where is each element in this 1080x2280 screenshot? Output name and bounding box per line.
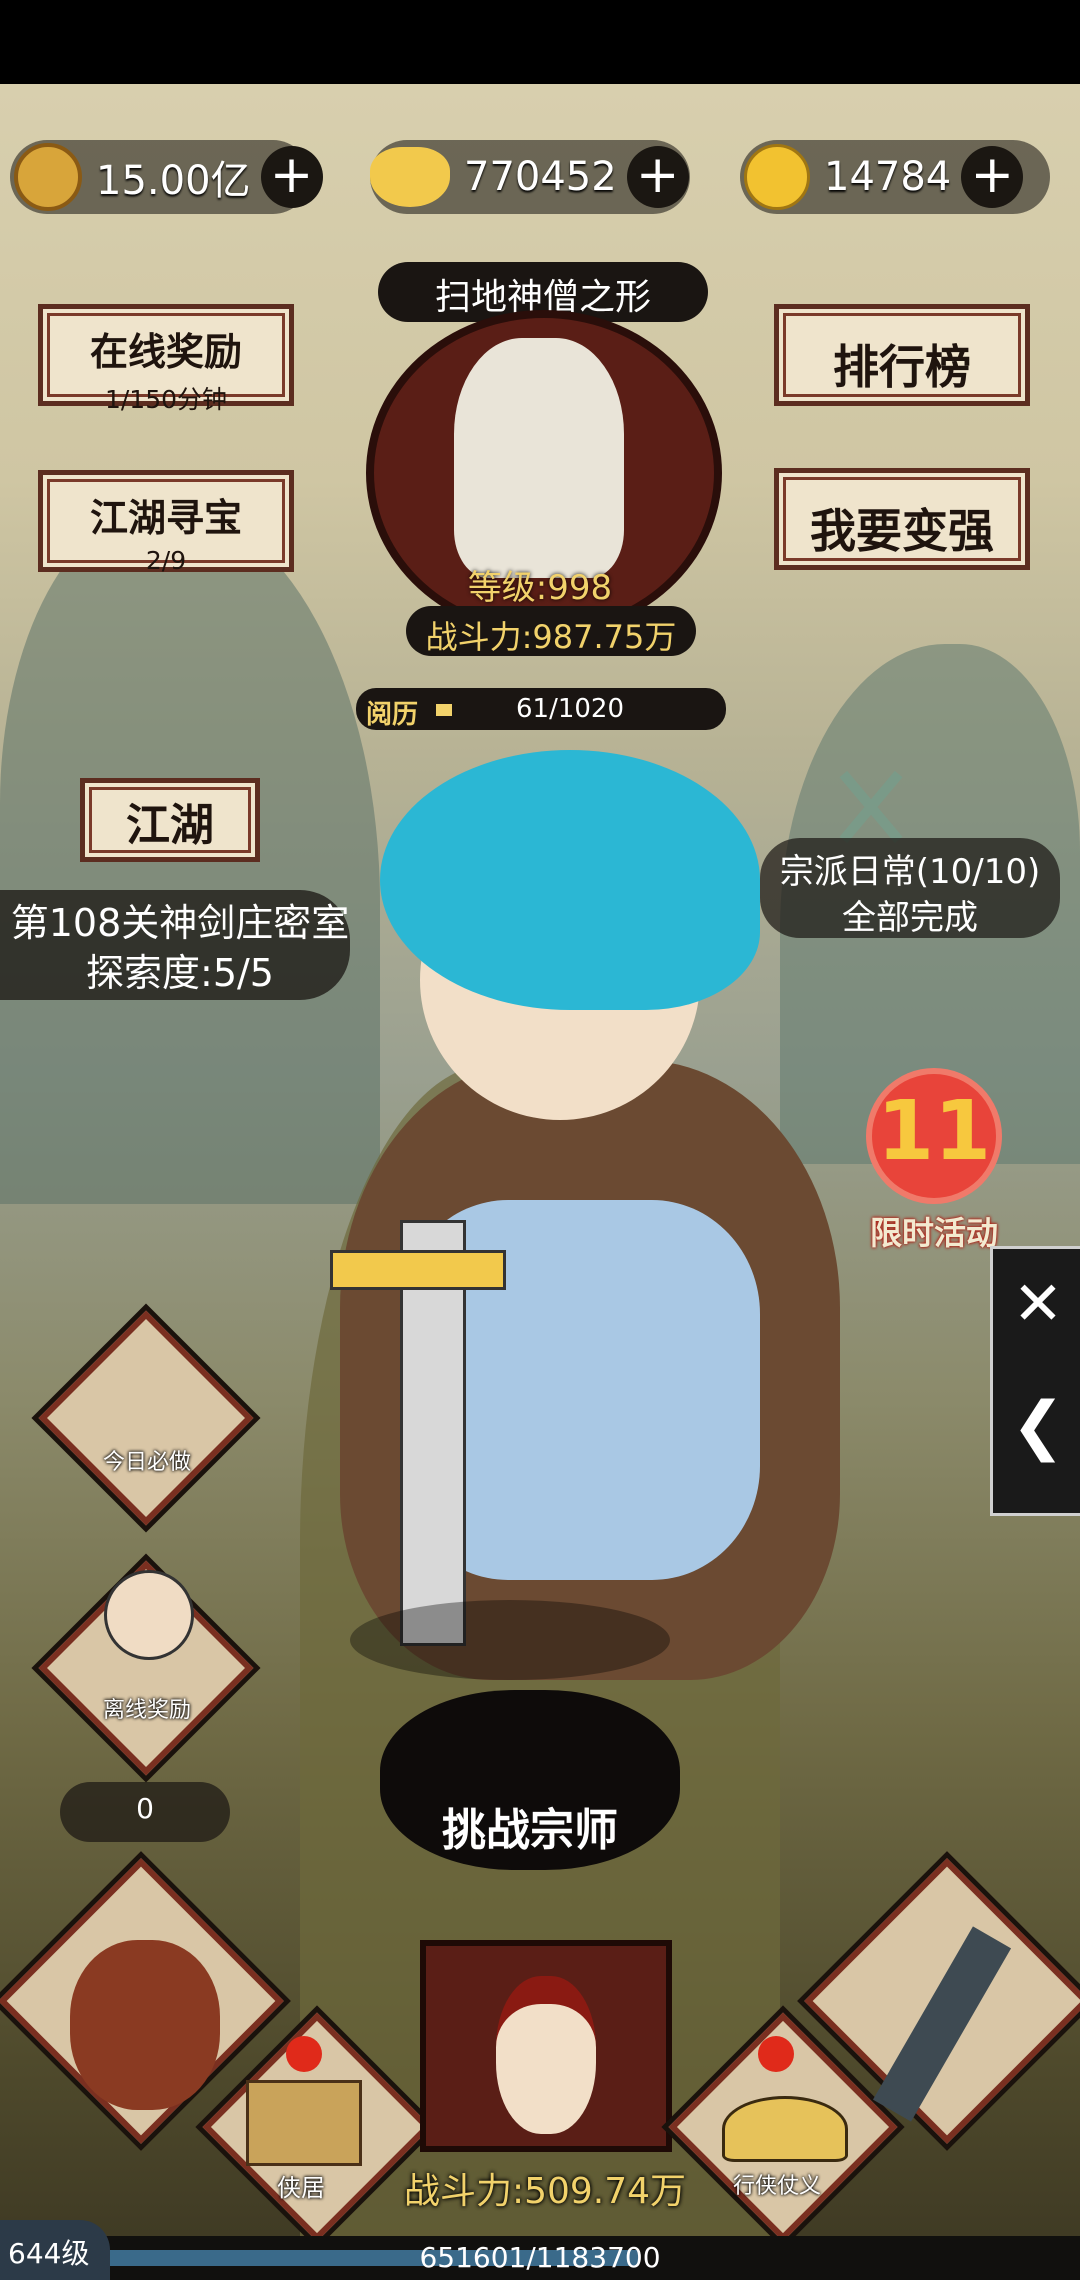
online-reward-sub: 1/150分钟	[104, 385, 228, 414]
experience-label: 阅历	[366, 700, 419, 730]
chivalry-label: 行侠仗义	[732, 2174, 821, 2199]
ranking-label: 排行榜	[833, 340, 971, 394]
gourd-icon	[70, 1940, 220, 2110]
resource-coins: 15.00亿 +	[14, 132, 323, 222]
resource-ingots: 770452 +	[370, 132, 689, 222]
jianghu-button[interactable]: 江湖	[80, 778, 260, 862]
coins-value: 15.00亿	[96, 158, 251, 204]
get-stronger-button[interactable]: 我要变强	[774, 468, 1030, 570]
hero-shadow[interactable]	[350, 1600, 670, 1680]
resource-gourds: 14784 +	[744, 132, 1024, 222]
ranking-button[interactable]: 排行榜	[774, 304, 1030, 406]
house-icon	[246, 2080, 362, 2166]
character-portrait-frame[interactable]	[420, 1940, 672, 2152]
offline-counter: 0	[136, 1792, 154, 1825]
residence-label: 侠居	[277, 2174, 325, 2202]
official-avatar	[496, 1976, 596, 2134]
get-stronger-label: 我要变强	[810, 504, 994, 558]
status-bar	[0, 0, 1080, 84]
treasure-hunt-sub: 2/9	[145, 546, 187, 575]
chevron-left-icon[interactable]: ❮	[993, 1389, 1080, 1463]
jianghu-label: 江湖	[126, 800, 214, 851]
sect-daily-status: 全部完成	[842, 898, 978, 938]
experience-value: 61/1020	[515, 694, 624, 724]
sect-daily-count[interactable]: 宗派日常(10/10)	[760, 844, 1060, 893]
add-ingots-button[interactable]: +	[626, 146, 689, 208]
character-power: 战斗力:509.74万	[403, 2171, 687, 2212]
limited-event-icon[interactable]: 11	[872, 1074, 996, 1198]
monk-child-avatar	[104, 1570, 194, 1660]
explore-progress: 探索度:5/5	[86, 951, 274, 995]
sword-guard	[330, 1250, 506, 1290]
gold-gourd-icon	[744, 144, 810, 210]
hero-hair	[380, 750, 760, 1010]
gold-ingot-icon	[370, 147, 450, 207]
daily-must-do-label: 今日必做	[102, 1450, 191, 1475]
chivalry-alert-dot	[758, 2036, 794, 2072]
straw-hat-icon	[722, 2096, 848, 2162]
gourds-value: 14784	[824, 154, 952, 200]
side-panel: ✕ ❮	[990, 1246, 1080, 1516]
ingots-value: 770452	[464, 154, 617, 200]
online-reward-label: 在线奖励	[89, 329, 242, 374]
crossed-swords-icon[interactable]	[820, 764, 920, 844]
close-icon[interactable]: ✕	[993, 1269, 1080, 1339]
online-reward-button[interactable]: 在线奖励 1/150分钟	[38, 304, 294, 414]
player-exp-value: 651601/1183700	[419, 2241, 661, 2274]
treasure-hunt-label: 江湖寻宝	[89, 495, 242, 540]
challenge-label: 挑战宗师	[442, 1805, 618, 1856]
portrait-level: 等级:998	[467, 568, 613, 608]
portrait-power: 战斗力:987.75万	[425, 618, 677, 656]
add-gourds-button[interactable]: +	[961, 146, 1024, 208]
residence-alert-dot	[286, 2036, 322, 2072]
add-coins-button[interactable]: +	[260, 146, 323, 208]
treasure-hunt-button[interactable]: 江湖寻宝 2/9	[38, 470, 294, 575]
limited-event-label: 限时活动	[869, 1214, 998, 1252]
stage-name: 第108关神剑庄密室	[10, 901, 350, 945]
limited-event-number: 11	[876, 1084, 992, 1179]
player-level: 644级	[8, 2237, 90, 2270]
offline-reward-label: 离线奖励	[102, 1698, 191, 1723]
copper-coin-icon	[14, 143, 82, 211]
monk-avatar	[454, 338, 624, 578]
